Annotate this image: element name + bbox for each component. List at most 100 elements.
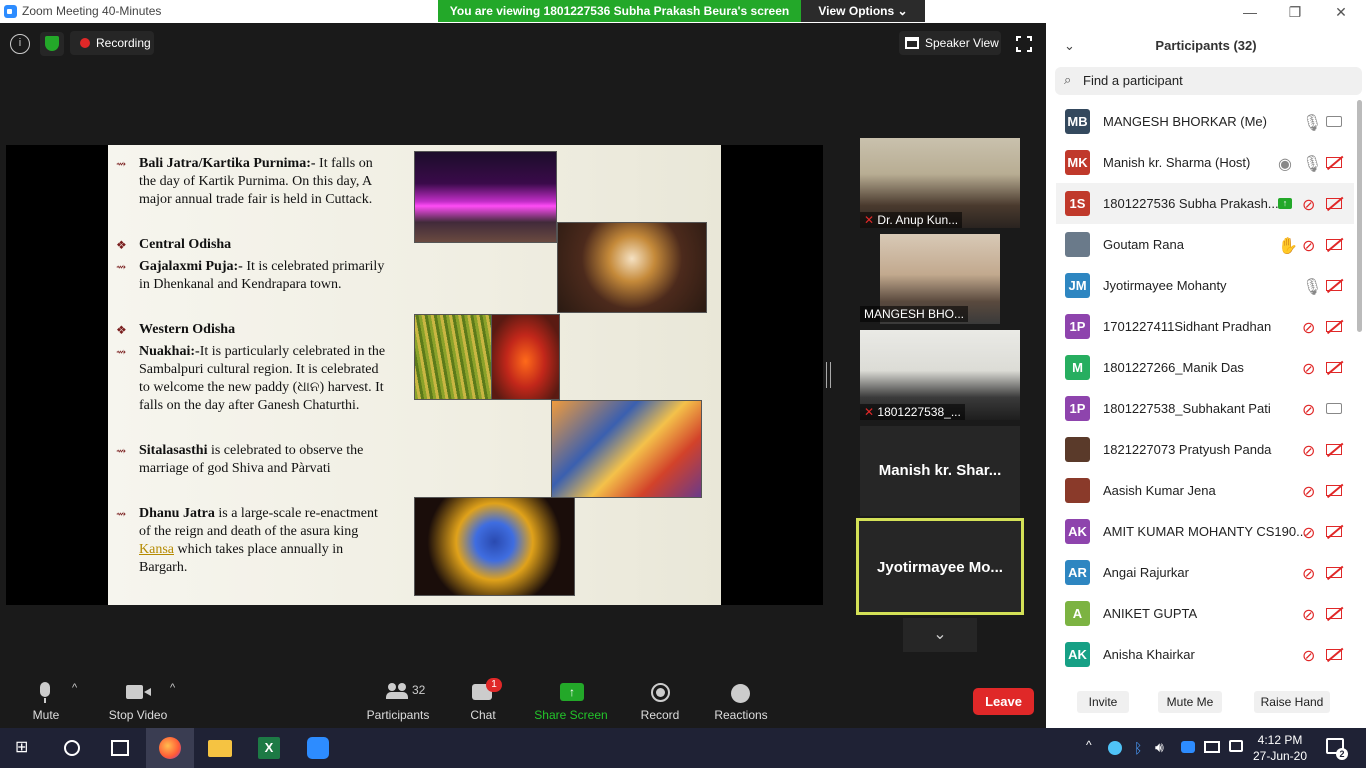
- participant-row[interactable]: 1P 1701227411Sidhant Pradhan ⊘: [1056, 306, 1354, 347]
- windows-start-icon[interactable]: ⊞: [15, 740, 31, 756]
- volume-icon[interactable]: 🔊︎: [1155, 739, 1164, 756]
- restore-button[interactable]: ❐: [1272, 2, 1318, 22]
- mic-muted-icon[interactable]: ⊘: [1302, 236, 1318, 255]
- video-off-icon[interactable]: [1326, 647, 1344, 662]
- participant-row[interactable]: A ANIKET GUPTA ⊘: [1056, 593, 1354, 634]
- microphone-icon[interactable]: [36, 682, 54, 706]
- participant-row[interactable]: AK Anisha Khairkar ⊘: [1056, 634, 1354, 675]
- info-icon[interactable]: i: [10, 34, 30, 54]
- mute-button[interactable]: Mute: [20, 708, 72, 722]
- zoom-tray-icon[interactable]: [1181, 741, 1195, 753]
- mic-muted-icon: ✕: [864, 405, 875, 419]
- split-drag-handle[interactable]: [826, 362, 831, 388]
- video-camera-icon[interactable]: [126, 685, 152, 699]
- video-off-icon[interactable]: [1326, 606, 1344, 621]
- participant-row[interactable]: AK AMIT KUMAR MOHANTY CS190... ⊘: [1056, 511, 1354, 552]
- network-icon[interactable]: [1204, 741, 1220, 753]
- mic-muted-icon[interactable]: ⊘: [1302, 400, 1318, 419]
- leave-button[interactable]: Leave: [973, 688, 1034, 715]
- search-icon[interactable]: [64, 740, 80, 756]
- video-tile[interactable]: ✕ Dr. Anup Kun...: [860, 138, 1020, 228]
- participant-row[interactable]: 1P 1801227538_Subhakant Pati ⊘: [1056, 388, 1354, 429]
- participant-row[interactable]: 1821227073 Pratyush Panda ⊘: [1056, 429, 1354, 470]
- minimize-button[interactable]: —: [1227, 2, 1273, 22]
- stop-video-button[interactable]: Stop Video: [104, 708, 172, 722]
- bluetooth-icon[interactable]: ᛒ: [1134, 740, 1142, 756]
- video-tile-name: Jyotirmayee Mo...: [877, 559, 1003, 576]
- active-speaker-tile[interactable]: Jyotirmayee Mo...: [856, 518, 1024, 615]
- video-off-icon[interactable]: [1326, 155, 1344, 170]
- clock[interactable]: 4:12 PM 27-Jun-20: [1250, 732, 1310, 764]
- video-off-icon[interactable]: [1326, 278, 1344, 293]
- invite-button[interactable]: Invite: [1077, 691, 1129, 713]
- video-off-icon[interactable]: [1326, 360, 1344, 375]
- firefox-icon[interactable]: [146, 728, 194, 768]
- participant-row[interactable]: AR Angai Rajurkar ⊘: [1056, 552, 1354, 593]
- participant-row[interactable]: JM Jyotirmayee Mohanty 🎙︎: [1056, 265, 1354, 306]
- mic-muted-icon[interactable]: ⊘: [1302, 195, 1318, 214]
- participants-icon[interactable]: [386, 683, 410, 700]
- video-tile[interactable]: Manish kr. Shar...: [860, 426, 1020, 516]
- fullscreen-icon[interactable]: [1015, 35, 1033, 53]
- slide-line: to welcome the new paddy (ଧାନ) harvest. …: [139, 380, 384, 395]
- participant-row[interactable]: MK Manish kr. Sharma (Host) ◉ 🎙︎: [1056, 142, 1354, 183]
- raised-hand-icon: ✋: [1278, 238, 1298, 255]
- microphone-icon[interactable]: 🎙︎: [1302, 113, 1322, 132]
- participants-button[interactable]: Participants: [362, 708, 434, 722]
- video-camera-icon[interactable]: [1326, 116, 1342, 127]
- video-off-icon[interactable]: [1326, 196, 1344, 211]
- avatar: AK: [1065, 519, 1090, 544]
- microphone-icon[interactable]: 🎙︎: [1302, 277, 1322, 296]
- chevron-up-icon[interactable]: ^: [170, 682, 175, 694]
- mic-muted-icon[interactable]: ⊘: [1302, 564, 1318, 583]
- participant-row[interactable]: MB MANGESH BHORKAR (Me) 🎙︎: [1056, 101, 1354, 142]
- record-icon[interactable]: [651, 683, 670, 702]
- chevron-up-icon[interactable]: ^: [1086, 738, 1092, 752]
- view-options-button[interactable]: View Options ⌄: [801, 0, 925, 22]
- share-screen-icon[interactable]: ↑: [560, 683, 584, 701]
- reactions-button[interactable]: Reactions: [710, 708, 772, 722]
- video-camera-icon[interactable]: [1326, 403, 1342, 414]
- mic-muted-icon[interactable]: ⊘: [1302, 646, 1318, 665]
- mic-muted-icon[interactable]: ⊘: [1302, 441, 1318, 460]
- mic-muted-icon[interactable]: ⊘: [1302, 523, 1318, 542]
- kansa-link[interactable]: Kansa: [139, 542, 174, 557]
- video-tile[interactable]: ✕ 1801227538_...: [860, 330, 1020, 420]
- video-off-icon[interactable]: [1326, 483, 1344, 498]
- raise-hand-button[interactable]: Raise Hand: [1254, 691, 1330, 713]
- microphone-icon[interactable]: 🎙︎: [1302, 154, 1322, 173]
- task-view-icon[interactable]: [111, 740, 129, 756]
- security-shield-icon[interactable]: [40, 32, 64, 56]
- participant-row[interactable]: Aasish Kumar Jena ⊘: [1056, 470, 1354, 511]
- excel-icon[interactable]: X: [245, 728, 293, 768]
- chevron-up-icon[interactable]: ^: [72, 682, 77, 694]
- mic-muted-icon[interactable]: ⊘: [1302, 605, 1318, 624]
- mic-muted-icon[interactable]: ⊘: [1302, 482, 1318, 501]
- close-button[interactable]: ✕: [1318, 2, 1364, 22]
- tray-app-icon[interactable]: [1108, 741, 1122, 755]
- mic-muted-icon[interactable]: ⊘: [1302, 318, 1318, 337]
- smiley-icon[interactable]: [731, 684, 750, 703]
- participant-row[interactable]: M 1801227266_Manik Das ⊘: [1056, 347, 1354, 388]
- participant-name: AMIT KUMAR MOHANTY CS190...: [1103, 524, 1307, 539]
- file-explorer-icon[interactable]: [196, 728, 244, 768]
- mic-muted-icon: ✕: [864, 213, 875, 227]
- record-button[interactable]: Record: [636, 708, 684, 722]
- participant-row[interactable]: Goutam Rana ✋ ⊘: [1056, 224, 1354, 265]
- video-off-icon[interactable]: [1326, 237, 1344, 252]
- video-off-icon[interactable]: [1326, 565, 1344, 580]
- video-off-icon[interactable]: [1326, 319, 1344, 334]
- chat-button[interactable]: Chat: [462, 708, 504, 722]
- zoom-app-icon[interactable]: [294, 728, 342, 768]
- chevron-down-icon[interactable]: ⌄: [903, 618, 977, 652]
- video-off-icon[interactable]: [1326, 442, 1344, 457]
- video-off-icon[interactable]: [1326, 524, 1344, 539]
- participant-search-input[interactable]: ⌕ Find a participant: [1055, 67, 1362, 95]
- mic-muted-icon[interactable]: ⊘: [1302, 359, 1318, 378]
- panel-scrollbar[interactable]: [1357, 100, 1362, 332]
- participant-row[interactable]: 1S 1801227536 Subha Prakash... ↑ ⊘: [1056, 183, 1354, 224]
- battery-icon[interactable]: [1229, 740, 1243, 752]
- mute-me-button[interactable]: Mute Me: [1158, 691, 1222, 713]
- share-screen-button[interactable]: Share Screen: [532, 708, 610, 722]
- bullet-icon: ⇝: [116, 507, 127, 521]
